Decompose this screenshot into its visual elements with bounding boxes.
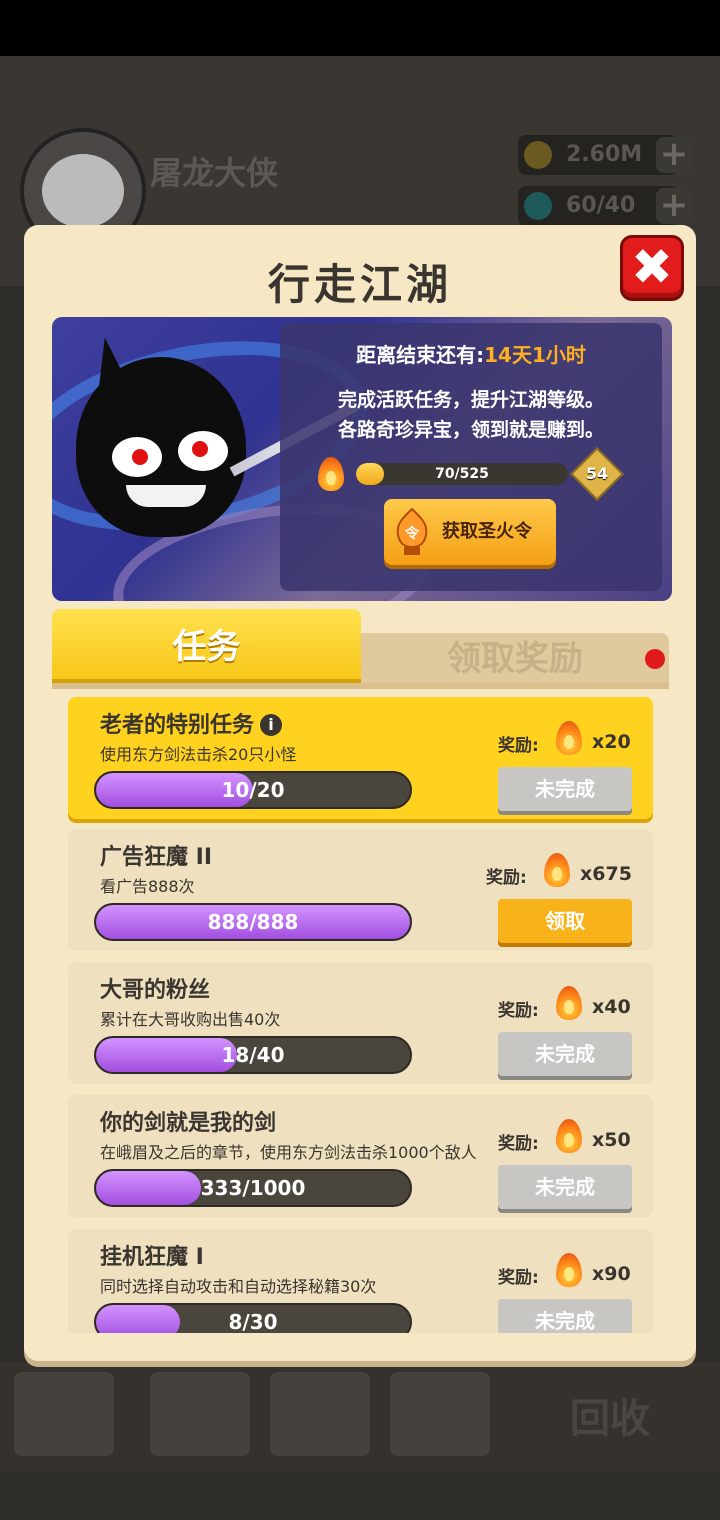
countdown: 距离结束还有:14天1小时	[280, 339, 662, 368]
event-desc-line1: 完成活跃任务，提升江湖等级。	[337, 389, 604, 411]
info-icon[interactable]: i	[260, 714, 283, 736]
ninja-eye-icon	[112, 437, 162, 477]
task-description: 累计在大哥收购出售40次	[100, 1010, 281, 1029]
task-progress-text: 888/888	[207, 910, 299, 934]
coin-icon	[524, 141, 552, 169]
fire-icon	[556, 986, 582, 1020]
task-progress-text: 18/40	[221, 1043, 285, 1067]
fire-icon	[544, 853, 570, 887]
task-progress-bar: 888/888	[94, 903, 412, 941]
ninja-pupil-icon	[192, 441, 208, 457]
get-token-button[interactable]: 令 获取圣火令	[384, 499, 556, 565]
level-progress-bar: 70/525	[356, 463, 568, 485]
task-card: 挂机狂魔 I 同时选择自动攻击和自动选择秘籍30次 8/30 奖励: x90 未完成	[68, 1229, 653, 1333]
task-title: 老者的特别任务 i	[100, 707, 283, 739]
task-title: 广告狂魔 II	[100, 839, 212, 871]
tab-claim-rewards[interactable]: 领取奖励	[361, 633, 669, 685]
fire-icon	[556, 1253, 582, 1287]
task-description: 看广告888次	[100, 877, 195, 896]
task-progress-bar: 18/40	[94, 1036, 412, 1074]
reward-label: 奖励:	[498, 1268, 539, 1288]
task-title-text: 挂机狂魔 I	[100, 1245, 204, 1270]
reward-amount: x40	[592, 996, 631, 1018]
fire-icon	[556, 721, 582, 755]
incomplete-button[interactable]: 未完成	[498, 1032, 632, 1076]
event-info-panel: 距离结束还有:14天1小时 完成活跃任务，提升江湖等级。 各路奇珍异宝，领到就是…	[280, 323, 662, 591]
tab-tasks-label: 任务	[172, 627, 241, 667]
coin-value: 2.60M	[566, 142, 643, 167]
reward-label: 奖励:	[498, 1001, 539, 1021]
ninja-eye-icon	[178, 431, 228, 471]
task-progress-text: 333/1000	[200, 1176, 306, 1200]
nav-task-icon[interactable]	[14, 1372, 114, 1456]
task-progress-text: 8/30	[228, 1310, 278, 1333]
task-progress-bar: 10/20	[94, 771, 412, 809]
ninja-mouth-icon	[126, 485, 206, 507]
reward-amount: x20	[592, 731, 631, 753]
jianghu-modal: 行走江湖 ✖ 距离结束还有:14天1小时 完成活跃任务，提升江湖等级。 各路奇珍…	[24, 225, 696, 1361]
task-progress-bar: 8/30	[94, 1303, 412, 1333]
gem-icon	[524, 192, 552, 220]
ninja-character	[76, 357, 246, 537]
player-name: 屠龙大侠	[150, 154, 279, 192]
tab-tasks[interactable]: 任务	[52, 609, 361, 685]
ninja-pupil-icon	[132, 449, 148, 465]
task-title: 大哥的粉丝	[100, 972, 210, 1004]
task-progress-bar: 333/1000	[94, 1169, 412, 1207]
task-list[interactable]: 老者的特别任务 i 使用东方剑法击杀20只小怪 10/20 奖励: x20 未完成 广告狂魔 …	[52, 689, 669, 1333]
add-gem-button[interactable]: +	[656, 188, 692, 224]
task-description: 在峨眉及之后的章节，使用东方剑法击杀1000个敌人	[100, 1143, 477, 1162]
task-progress-text: 10/20	[221, 778, 285, 802]
task-card: 大哥的粉丝累计在大哥收购出售40次 18/40 奖励: x40 未完成	[68, 962, 653, 1084]
holy-fire-token-icon: 令	[396, 507, 428, 555]
tab-claim-rewards-label: 领取奖励	[447, 639, 583, 679]
close-button[interactable]: ✖	[620, 235, 684, 301]
fire-icon	[556, 1119, 582, 1153]
incomplete-button[interactable]: 未完成	[498, 1299, 632, 1333]
nav-cultivate-icon[interactable]	[150, 1372, 250, 1456]
incomplete-button[interactable]: 未完成	[498, 767, 632, 811]
claim-button[interactable]: 领取	[498, 899, 632, 943]
nav-shrine-icon[interactable]	[390, 1372, 490, 1456]
countdown-value: 14天1小时	[484, 343, 586, 367]
avatar-face-icon	[42, 154, 124, 228]
token-char: 令	[404, 525, 420, 542]
task-card: 老者的特别任务 i 使用东方剑法击杀20只小怪 10/20 奖励: x20 未完成	[68, 697, 653, 819]
status-bar	[0, 0, 720, 56]
get-token-label: 获取圣火令	[442, 521, 532, 542]
reward-label: 奖励:	[486, 868, 527, 888]
add-coin-button[interactable]: +	[656, 137, 692, 173]
fire-icon	[318, 457, 344, 491]
reward-amount: x675	[580, 863, 632, 885]
task-title: 你的剑就是我的剑	[100, 1105, 276, 1137]
task-title: 挂机狂魔 I	[100, 1239, 204, 1271]
task-card: 广告狂魔 II 看广告888次 888/888 奖励: x675 领取	[68, 829, 653, 951]
task-title-text: 你的剑就是我的剑	[100, 1111, 277, 1136]
close-icon: ✖	[631, 238, 673, 296]
level-progress-text: 70/525	[435, 466, 489, 482]
countdown-label: 距离结束还有:	[356, 343, 485, 367]
modal-title: 行走江湖	[267, 260, 452, 309]
event-banner: 距离结束还有:14天1小时 完成活跃任务，提升江湖等级。 各路奇珍异宝，领到就是…	[52, 317, 672, 601]
coin-counter: 2.60M +	[518, 135, 692, 175]
level-number: 54	[585, 464, 609, 483]
task-title-text: 大哥的粉丝	[100, 978, 211, 1003]
reward-label: 奖励:	[498, 736, 539, 756]
task-card: 你的剑就是我的剑在峨眉及之后的章节，使用东方剑法击杀1000个敌人 333/100…	[68, 1095, 653, 1217]
notification-dot-icon	[645, 649, 665, 669]
task-title-text: 老者的特别任务	[100, 713, 255, 738]
reward-label: 奖励:	[498, 1134, 539, 1154]
task-description: 使用东方剑法击杀20只小怪	[100, 745, 297, 764]
task-title-text: 广告狂魔 II	[100, 845, 213, 870]
gem-counter: 60/40 +	[518, 186, 692, 226]
nav-battle-icon[interactable]	[270, 1372, 370, 1456]
event-description: 完成活跃任务，提升江湖等级。 各路奇珍异宝，领到就是赚到。	[280, 385, 662, 445]
reward-amount: x90	[592, 1263, 631, 1285]
event-desc-line2: 各路奇珍异宝，领到就是赚到。	[337, 419, 604, 441]
gem-value: 60/40	[566, 193, 636, 218]
reward-amount: x50	[592, 1129, 631, 1151]
incomplete-button[interactable]: 未完成	[498, 1165, 632, 1209]
task-description: 同时选择自动攻击和自动选择秘籍30次	[100, 1277, 377, 1296]
nav-recycle-label[interactable]: 回收	[570, 1386, 650, 1444]
